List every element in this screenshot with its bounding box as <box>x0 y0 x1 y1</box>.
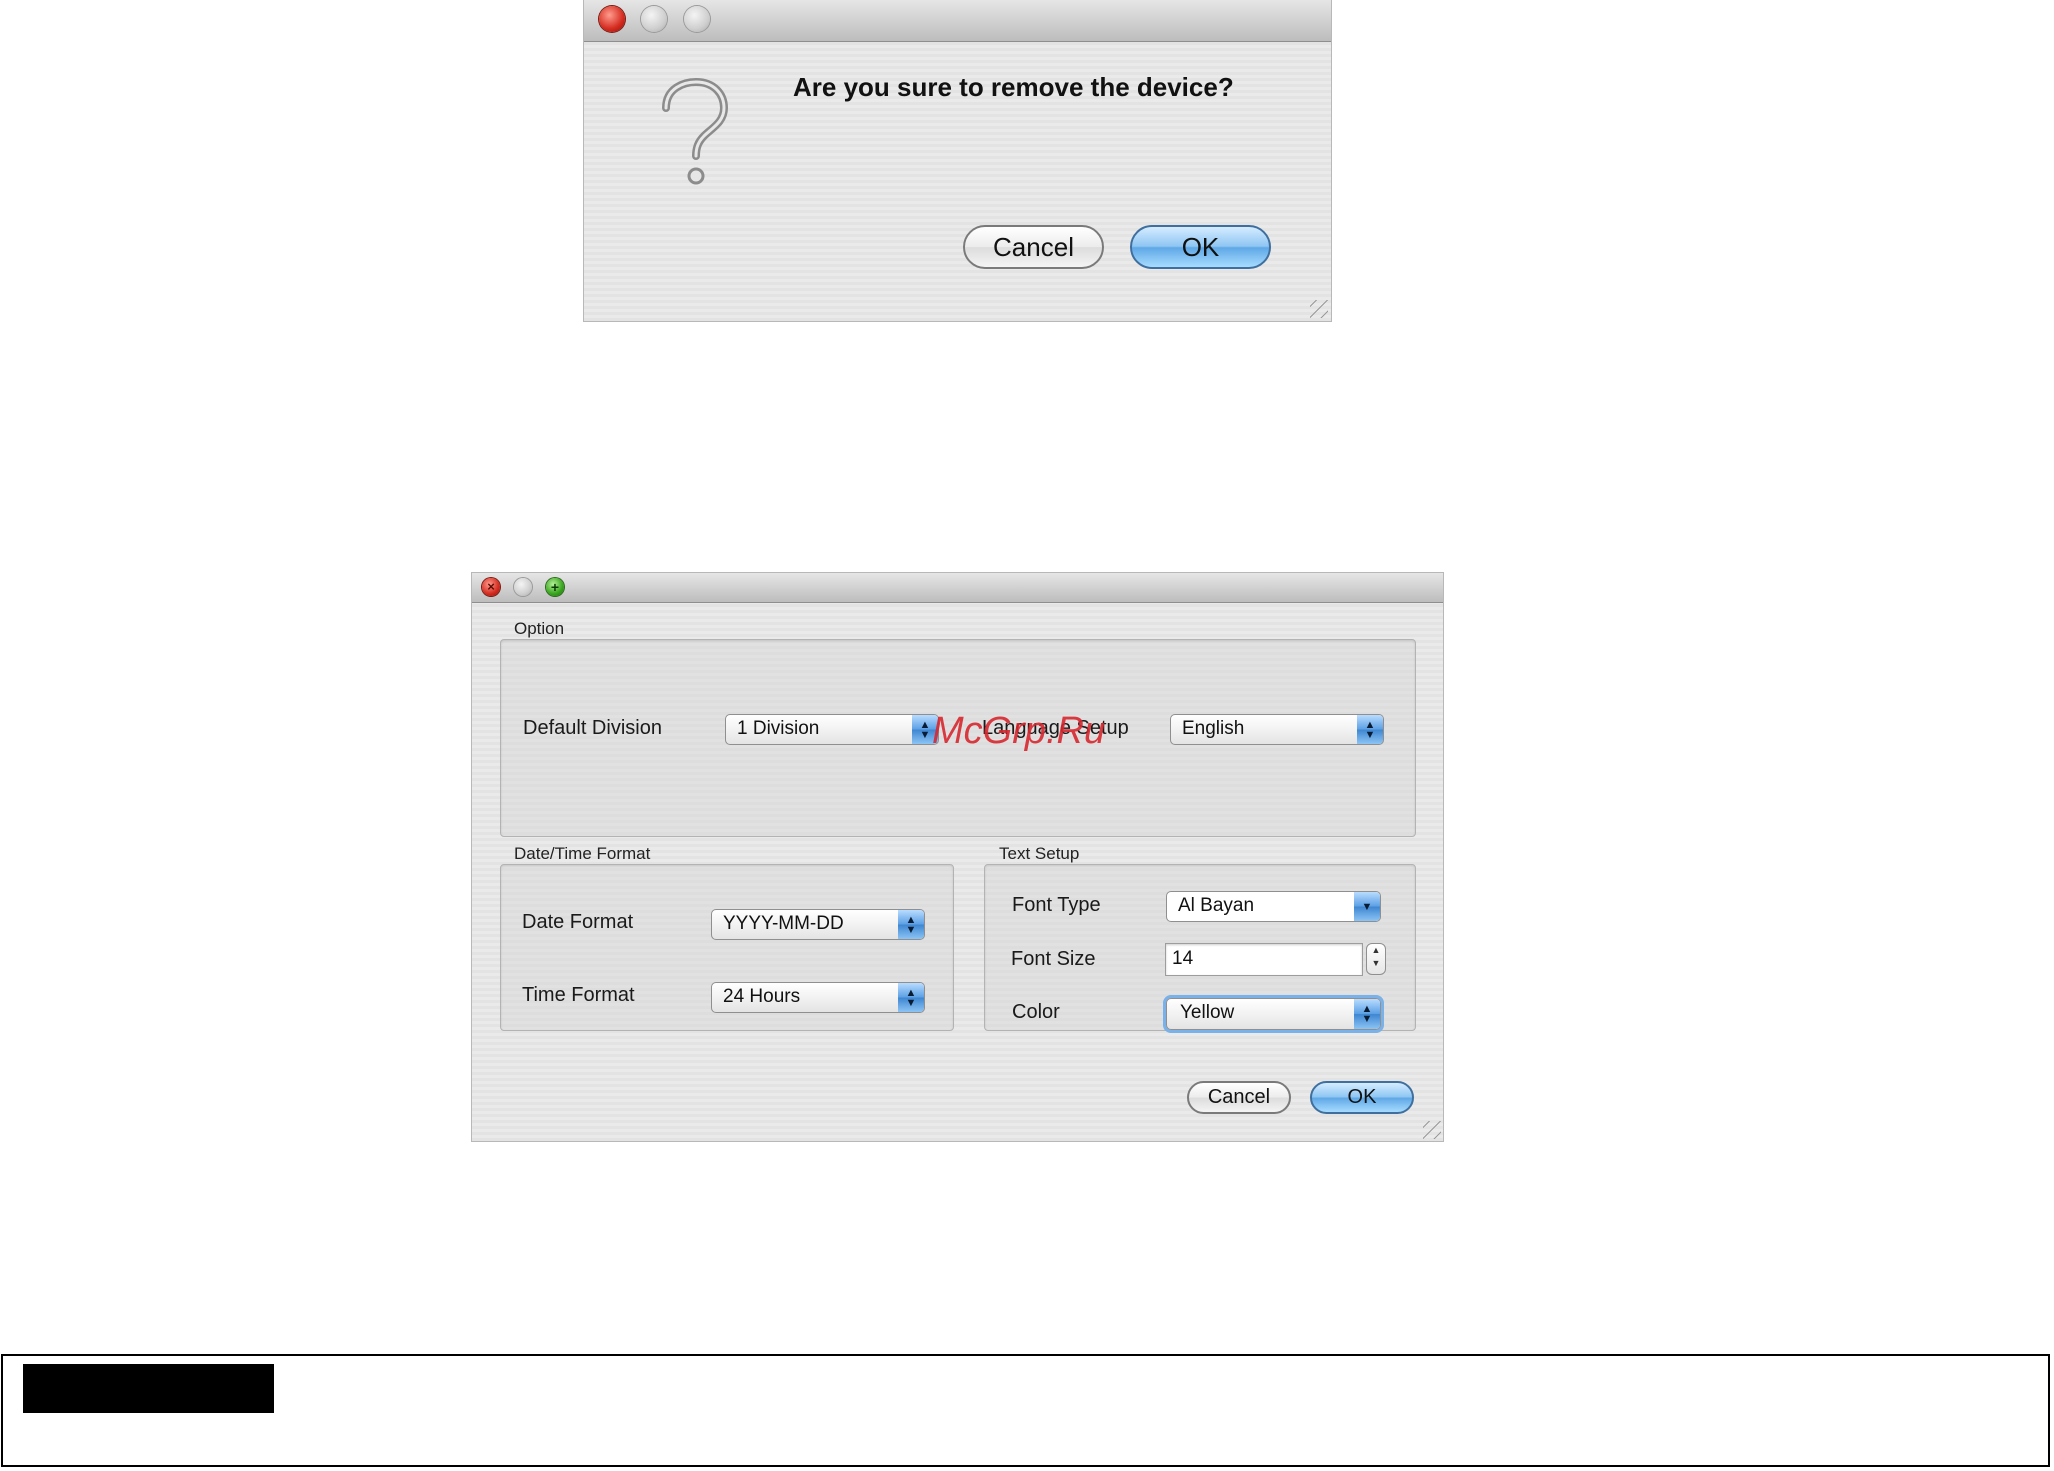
watermark: McGrp.Ru <box>932 710 1106 752</box>
zoom-button[interactable] <box>684 6 710 32</box>
confirm-message: Are you sure to remove the device? <box>793 72 1234 102</box>
question-mark-icon <box>654 77 730 188</box>
font-type-select[interactable]: Al Bayan ▼ <box>1166 891 1381 922</box>
confirm-dialog: Are you sure to remove the device? Cance… <box>584 0 1331 321</box>
ok-button[interactable]: OK <box>1310 1081 1414 1114</box>
text-setup-group-title: Text Setup <box>999 844 1080 863</box>
resize-grip[interactable] <box>1423 1121 1441 1139</box>
date-format-label: Date Format <box>522 911 634 933</box>
close-button[interactable] <box>599 6 625 32</box>
date-format-select[interactable]: YYYY-MM-DD ▲ ▼ <box>711 909 925 940</box>
zoom-button[interactable]: + <box>546 578 564 596</box>
default-division-select[interactable]: 1 Division ▲ ▼ <box>725 714 939 745</box>
font-type-label: Font Type <box>1012 894 1101 916</box>
updown-arrows-icon: ▲ ▼ <box>898 983 924 1012</box>
updown-arrows-icon: ▲ ▼ <box>1354 999 1380 1029</box>
color-label: Color <box>1012 1001 1060 1023</box>
footer-box <box>1 1354 2050 1467</box>
settings-titlebar: × + <box>472 573 1443 603</box>
font-size-field[interactable]: 14 <box>1165 943 1363 976</box>
updown-arrows-icon: ▲ ▼ <box>898 910 924 939</box>
time-format-value: 24 Hours <box>723 986 801 1007</box>
updown-arrows-icon: ▲ ▼ <box>1357 715 1383 744</box>
default-division-value: 1 Division <box>737 718 820 739</box>
cancel-button[interactable]: Cancel <box>963 225 1104 269</box>
font-size-label: Font Size <box>1011 948 1096 970</box>
redacted-block <box>23 1364 274 1413</box>
close-button[interactable]: × <box>482 578 500 596</box>
color-select[interactable]: Yellow ▲ ▼ <box>1166 998 1381 1030</box>
settings-dialog: × + Option Default Division 1 Division ▲… <box>472 573 1443 1141</box>
cancel-button[interactable]: Cancel <box>1187 1081 1291 1114</box>
resize-grip[interactable] <box>1310 300 1328 318</box>
datetime-group-title: Date/Time Format <box>514 844 651 863</box>
confirm-titlebar <box>584 0 1331 42</box>
color-value: Yellow <box>1180 1002 1235 1023</box>
time-format-label: Time Format <box>522 984 635 1006</box>
ok-button[interactable]: OK <box>1130 225 1271 269</box>
minimize-button[interactable] <box>514 578 532 596</box>
font-type-value: Al Bayan <box>1178 895 1255 916</box>
option-group-title: Option <box>514 619 565 638</box>
minimize-button[interactable] <box>641 6 667 32</box>
default-division-label: Default Division <box>523 717 662 739</box>
language-select[interactable]: English ▲ ▼ <box>1170 714 1384 745</box>
dropdown-arrow-icon: ▼ <box>1354 892 1380 921</box>
time-format-select[interactable]: 24 Hours ▲ ▼ <box>711 982 925 1013</box>
date-format-value: YYYY-MM-DD <box>723 913 844 934</box>
font-size-stepper[interactable]: ▲ ▼ <box>1366 943 1386 975</box>
language-value: English <box>1182 718 1245 739</box>
